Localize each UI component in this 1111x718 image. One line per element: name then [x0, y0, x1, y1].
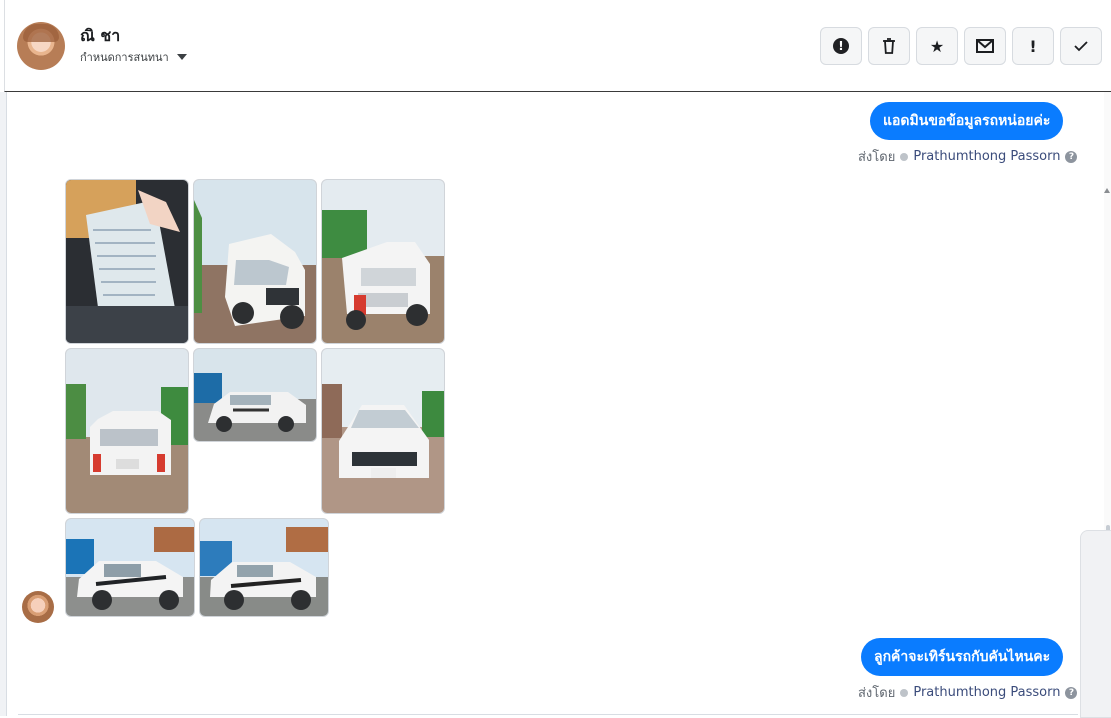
sender-name[interactable]: Prathumthong Passorn: [913, 149, 1060, 164]
delete-button[interactable]: [868, 27, 910, 65]
truck-photo-image: [322, 349, 444, 513]
outgoing-message-bubble[interactable]: ลูกค้าจะเทิร์นรถกับคันไหนคะ: [861, 638, 1064, 676]
composer-top-border: [18, 714, 1078, 715]
exclamation-icon: !: [1029, 36, 1037, 56]
photo-truck-back[interactable]: [65, 348, 189, 514]
check-icon: [1074, 41, 1088, 52]
photo-truck-rear[interactable]: [321, 179, 445, 344]
sender-name[interactable]: Prathumthong Passorn: [913, 685, 1060, 700]
help-icon[interactable]: ?: [1065, 150, 1078, 163]
photo-truck-front-left[interactable]: [193, 179, 317, 344]
assign-conversation-dropdown[interactable]: กำหนดการสนทนา: [80, 48, 187, 66]
contact-small-avatar[interactable]: [22, 591, 54, 623]
important-button[interactable]: !: [1012, 27, 1054, 65]
sender-status-icon: [900, 688, 909, 697]
truck-photo-image: [200, 519, 328, 616]
right-side-panel[interactable]: [1080, 530, 1111, 718]
conversation-header: ณิ ชา กำหนดการสนทนา ! ★ !: [4, 0, 1111, 92]
photo-truck-side-2[interactable]: [199, 518, 329, 617]
star-icon: ★: [929, 36, 945, 56]
photo-truck-side-small[interactable]: [193, 348, 317, 442]
mail-icon: [976, 39, 994, 53]
chevron-down-icon: [176, 54, 187, 60]
photo-document[interactable]: [65, 179, 189, 344]
star-button[interactable]: ★: [916, 27, 958, 65]
truck-photo-image: [66, 349, 188, 513]
mail-button[interactable]: [964, 27, 1006, 65]
sender-status-icon: [900, 152, 909, 161]
document-photo-image: [66, 180, 188, 343]
left-rail: [0, 92, 7, 716]
truck-photo-image: [322, 180, 444, 343]
trash-icon: [883, 38, 895, 54]
scroll-up-arrow-icon[interactable]: [1104, 188, 1110, 193]
assign-conversation-label: กำหนดการสนทนา: [80, 51, 169, 64]
photo-truck-front[interactable]: [321, 348, 445, 514]
truck-photo-image: [194, 349, 316, 441]
photo-truck-side-1[interactable]: [65, 518, 195, 617]
message-sender-info: ส่งโดย Prathumthong Passorn ?: [858, 682, 1078, 703]
action-toolbar: ! ★ !: [820, 27, 1102, 65]
help-icon[interactable]: ?: [1065, 686, 1078, 699]
outgoing-message-bubble[interactable]: แอดมินขอข้อมูลรถหน่อยค่ะ: [870, 102, 1064, 140]
sent-by-label: ส่งโดย: [858, 150, 896, 165]
alert-icon: !: [833, 38, 849, 54]
contact-name[interactable]: ณิ ชา: [80, 24, 120, 49]
message-sender-info: ส่งโดย Prathumthong Passorn ?: [858, 146, 1078, 167]
done-button[interactable]: [1060, 27, 1102, 65]
truck-photo-image: [194, 180, 316, 343]
sent-by-label: ส่งโดย: [858, 686, 896, 701]
contact-avatar[interactable]: [17, 22, 65, 70]
report-button[interactable]: !: [820, 27, 862, 65]
truck-photo-image: [66, 519, 194, 616]
